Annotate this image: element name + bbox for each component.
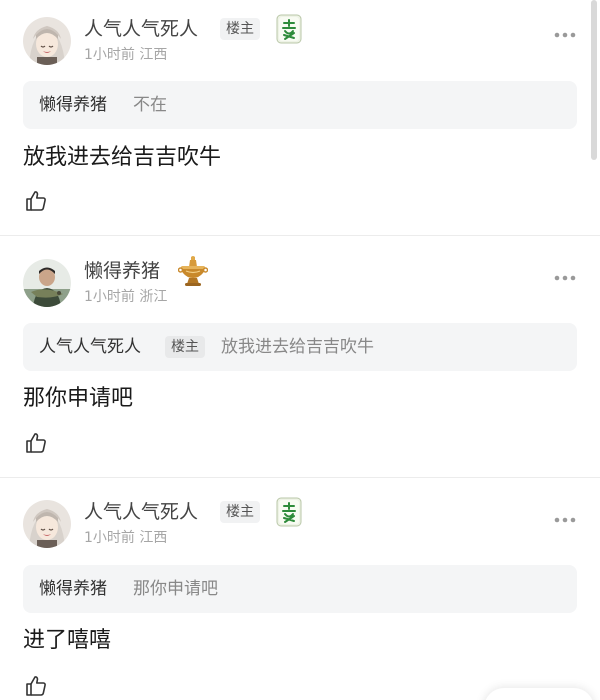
post-meta: 1小时前 江西 [84,529,167,547]
like-button[interactable] [24,189,48,213]
comment-item: 懒得养猪 1小时前 浙江 人气人气死人 楼主 放我进去给吉吉吹牛 那你申请吧 [0,236,600,477]
post-meta: 1小时前 江西 [84,46,167,64]
thumbs-up-icon [26,191,46,211]
username[interactable]: 懒得养猪 [84,259,160,283]
comment-thread: 人气人气死人 楼主 1小时前 江西 懒得养猪 不在 放我进去给吉吉吹牛 懒得养猪… [0,0,600,700]
post-time: 1小时前 [84,530,135,546]
avatar[interactable] [23,500,71,548]
post-location: 浙江 [139,289,168,305]
post-time: 1小时前 [84,289,135,305]
avatar[interactable] [23,17,71,65]
quoted-text: 那你申请吧 [133,579,218,599]
more-options-icon[interactable] [553,509,577,523]
op-badge: 楼主 [220,18,260,40]
floating-button[interactable] [484,688,594,700]
quoted-username: 懒得养猪 [39,95,107,115]
thumbs-up-icon [26,676,46,696]
quoted-reply[interactable]: 懒得养猪 那你申请吧 [23,565,577,613]
more-options-icon[interactable] [553,24,577,38]
mahjong-fa-tile-icon [276,497,302,527]
quoted-reply[interactable]: 人气人气死人 楼主 放我进去给吉吉吹牛 [23,323,577,371]
post-meta: 1小时前 浙江 [84,288,167,306]
mahjong-fa-tile-icon [276,14,302,44]
comment-content: 进了嘻嘻 [23,628,112,653]
golden-hotpot-icon [177,255,209,287]
op-badge: 楼主 [220,501,260,523]
quoted-reply[interactable]: 懒得养猪 不在 [23,81,577,129]
like-button[interactable] [24,431,48,455]
post-location: 江西 [139,530,168,546]
post-location: 江西 [139,47,168,63]
username[interactable]: 人气人气死人 [84,17,198,41]
like-button[interactable] [24,674,48,698]
quoted-text: 放我进去给吉吉吹牛 [221,337,374,357]
quoted-username: 懒得养猪 [39,579,107,599]
more-options-icon[interactable] [553,267,577,281]
comment-item: 人气人气死人 楼主 1小时前 江西 懒得养猪 不在 放我进去给吉吉吹牛 [0,0,600,235]
avatar[interactable] [23,259,71,307]
quoted-username: 人气人气死人 [39,337,141,357]
thumbs-up-icon [26,433,46,453]
op-badge: 楼主 [165,336,205,358]
comment-content: 那你申请吧 [23,386,134,411]
post-time: 1小时前 [84,47,135,63]
scrollbar[interactable] [591,0,597,160]
comment-item: 人气人气死人 楼主 1小时前 江西 懒得养猪 那你申请吧 进了嘻嘻 [0,478,600,700]
comment-content: 放我进去给吉吉吹牛 [23,145,222,170]
username[interactable]: 人气人气死人 [84,500,198,524]
quoted-text: 不在 [133,95,167,115]
